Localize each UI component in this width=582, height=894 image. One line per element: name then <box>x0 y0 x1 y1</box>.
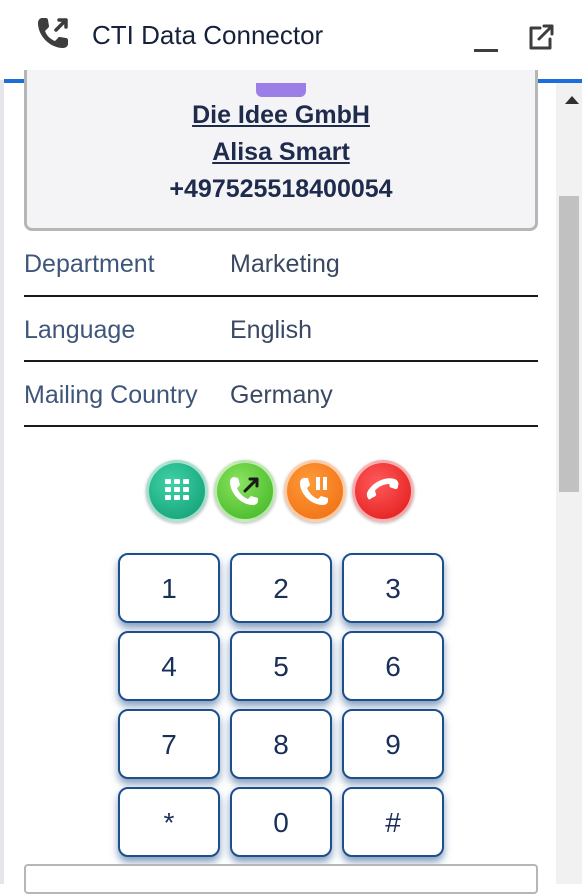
keypad-key-star[interactable]: * <box>118 787 220 857</box>
contact-phone: +497525518400054 <box>169 175 393 203</box>
dialpad-icon <box>165 479 189 500</box>
keypad-key-5[interactable]: 5 <box>230 631 332 701</box>
field-label: Language <box>24 316 136 344</box>
keypad-key-9[interactable]: 9 <box>342 709 444 779</box>
field-row-department: Department Marketing <box>24 231 538 297</box>
panel-header: CTI Data Connector <box>0 0 582 80</box>
call-transfer-icon <box>230 477 259 505</box>
scrollbar-thumb[interactable] <box>559 196 579 492</box>
company-link[interactable]: Die Idee GmbH <box>24 101 538 130</box>
hangup-button[interactable] <box>352 460 414 522</box>
keypad-key-hash[interactable]: # <box>342 787 444 857</box>
hangup-icon <box>366 478 399 500</box>
dialpad-button[interactable] <box>146 460 208 522</box>
keypad-key-8[interactable]: 8 <box>230 709 332 779</box>
field-value: Germany <box>230 381 333 409</box>
field-value: Marketing <box>230 250 340 278</box>
field-label: Department <box>24 250 155 278</box>
avatar <box>256 83 306 97</box>
field-label: Mailing Country <box>24 381 198 409</box>
hold-icon <box>300 477 328 505</box>
transfer-call-button[interactable] <box>214 460 276 522</box>
keypad-key-0[interactable]: 0 <box>230 787 332 857</box>
field-value: English <box>230 316 312 344</box>
keypad-key-7[interactable]: 7 <box>118 709 220 779</box>
field-row-language: Language English <box>24 296 538 362</box>
dial-number-input[interactable] <box>24 864 538 894</box>
scroll-up-arrow[interactable] <box>565 96 579 104</box>
left-edge <box>0 0 4 884</box>
contact-name-link[interactable]: Alisa Smart <box>24 138 538 167</box>
keypad-key-4[interactable]: 4 <box>118 631 220 701</box>
panel-title: CTI Data Connector <box>92 20 324 50</box>
keypad-key-2[interactable]: 2 <box>230 553 332 623</box>
popout-icon[interactable] <box>526 22 556 52</box>
hold-call-button[interactable] <box>284 460 346 522</box>
keypad-key-3[interactable]: 3 <box>342 553 444 623</box>
field-row-mailing-country: Mailing Country Germany <box>24 361 538 427</box>
phone-transfer-icon <box>38 18 68 48</box>
keypad-key-1[interactable]: 1 <box>118 553 220 623</box>
keypad-key-6[interactable]: 6 <box>342 631 444 701</box>
minimize-icon[interactable] <box>472 30 502 52</box>
